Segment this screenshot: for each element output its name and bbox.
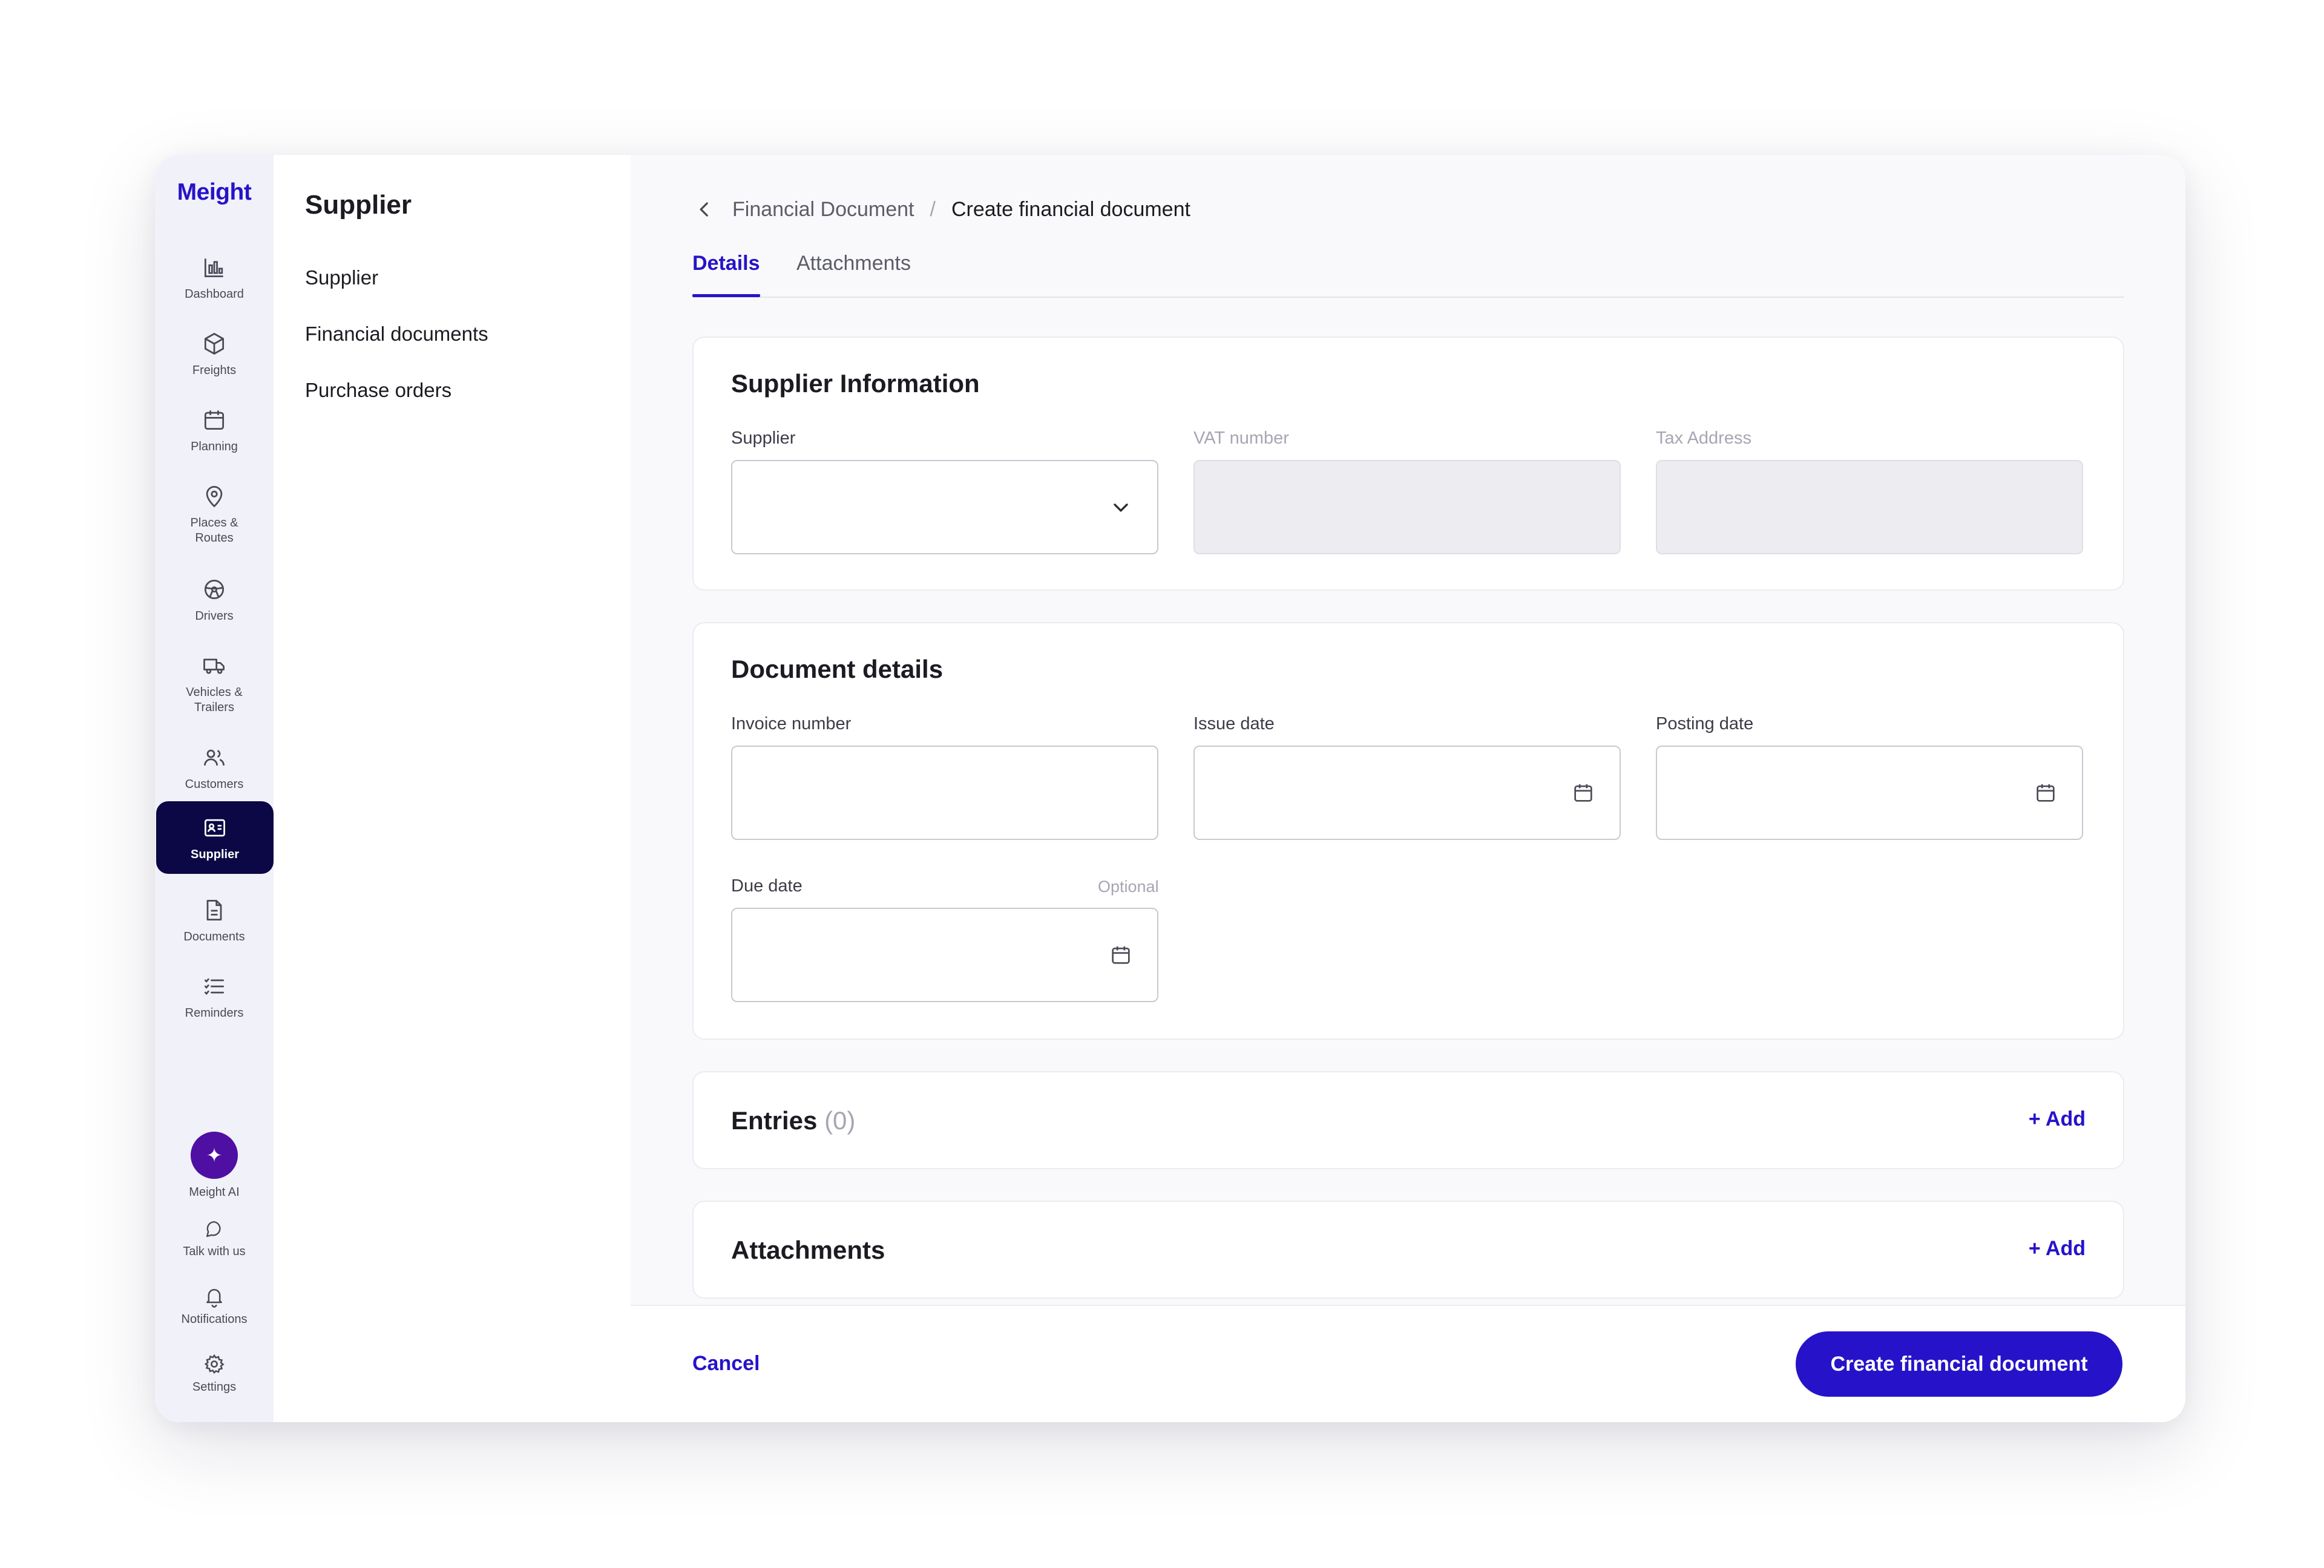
entries-count: (0) (824, 1106, 856, 1135)
breadcrumb-current: Create financial document (951, 197, 1190, 221)
nav-customers[interactable]: Customers (155, 744, 274, 792)
nav-label: Vehicles & Trailers (186, 686, 243, 714)
tax-address-field (1656, 460, 2083, 554)
section-title: Attachments (731, 1236, 885, 1264)
add-attachment-button[interactable]: + Add (2029, 1237, 2086, 1261)
posting-date-label: Posting date (1656, 714, 1754, 733)
nav-places-routes[interactable]: Places & Routes (155, 483, 274, 546)
attachments-card: Attachments + Add (692, 1201, 2124, 1299)
box-icon (204, 333, 225, 355)
nav-supplier[interactable]: Supplier (156, 801, 274, 874)
tax-address-label: Tax Address (1656, 428, 1751, 448)
nav-drivers[interactable]: Drivers (155, 576, 274, 624)
nav-label: Drivers (195, 609, 234, 623)
optional-hint: Optional (1098, 877, 1159, 896)
id-card-icon (205, 819, 225, 837)
posting-date-input[interactable] (1656, 746, 2083, 840)
nav-reminders[interactable]: Reminders (155, 973, 274, 1021)
due-date-label: Due date (731, 876, 803, 896)
settings-button[interactable]: Settings (155, 1352, 274, 1395)
icon-rail: Meight Dashboard Freights Planning Place… (155, 155, 275, 1422)
submenu-item-financial-documents[interactable]: Financial documents (305, 323, 488, 346)
nav-documents[interactable]: Documents (155, 897, 274, 945)
notifications-button[interactable]: Notifications (155, 1284, 274, 1327)
entries-card: Entries (0) + Add (692, 1071, 2124, 1169)
nav-label: Settings (192, 1380, 237, 1394)
nav-label: Freights (192, 364, 237, 377)
vat-number-field (1193, 460, 1621, 554)
supplier-select[interactable] (731, 460, 1158, 554)
form-footer: Cancel Create financial document (631, 1305, 2185, 1422)
meight-ai-button[interactable]: ✦ Meight AI (155, 1132, 274, 1200)
section-title: Entries (731, 1106, 818, 1135)
section-title: Supplier Information (731, 369, 980, 398)
nav-planning[interactable]: Planning (155, 407, 274, 454)
users-icon (204, 749, 225, 766)
nav-dashboard[interactable]: Dashboard (155, 254, 274, 302)
gear-icon (204, 1354, 225, 1374)
section-title: Document details (731, 655, 944, 683)
entries-title: Entries (0) (731, 1106, 855, 1135)
chat-bubble-icon (206, 1221, 221, 1238)
cancel-button[interactable]: Cancel (692, 1352, 760, 1376)
nav-label: Documents (183, 930, 245, 943)
tab-attachments[interactable]: Attachments (796, 252, 911, 295)
bell-icon (206, 1288, 222, 1308)
nav-label: Places & Routes (190, 516, 238, 545)
document-icon (206, 900, 222, 920)
talk-with-us-button[interactable]: Talk with us (155, 1218, 274, 1259)
supplier-submenu: Supplier Supplier Financial documents Pu… (274, 155, 632, 1422)
nav-label: Reminders (185, 1006, 244, 1020)
dashboard-icon (204, 258, 223, 278)
supplier-label: Supplier (731, 428, 796, 448)
submenu-title: Supplier (305, 190, 412, 220)
nav-label: Talk with us (183, 1245, 246, 1258)
submenu-item-supplier[interactable]: Supplier (305, 266, 378, 289)
nav-label: Dashboard (185, 287, 244, 301)
calendar-icon (204, 410, 225, 430)
nav-label: Planning (191, 440, 238, 453)
nav-label: Supplier (190, 848, 239, 861)
submenu-item-purchase-orders[interactable]: Purchase orders (305, 379, 451, 402)
calendar-icon[interactable] (1109, 943, 1133, 967)
logo: Meight (177, 179, 252, 205)
truck-icon (203, 658, 225, 674)
app-window: Meight Dashboard Freights Planning Place… (155, 155, 2185, 1422)
tab-bar: Details Attachments (692, 252, 2124, 298)
due-date-input[interactable] (731, 908, 1158, 1002)
breadcrumb-separator: / (930, 197, 936, 221)
document-details-card: Document details Invoice number Issue da… (692, 622, 2124, 1040)
map-pin-icon (206, 486, 223, 508)
steering-wheel-icon (204, 579, 225, 600)
invoice-number-input[interactable] (731, 746, 1158, 840)
nav-label: Customers (185, 778, 244, 791)
tab-details[interactable]: Details (692, 252, 760, 297)
main-content: Financial Document / Create financial do… (631, 155, 2185, 1422)
nav-vehicles-trailers[interactable]: Vehicles & Trailers (155, 652, 274, 715)
breadcrumb: Financial Document / Create financial do… (692, 197, 1190, 221)
invoice-number-label: Invoice number (731, 714, 852, 733)
checklist-icon (204, 978, 225, 995)
supplier-information-card: Supplier Information Supplier VAT number… (692, 336, 2124, 591)
sparkle-icon: ✦ (191, 1132, 238, 1179)
calendar-icon[interactable] (1571, 781, 1595, 805)
issue-date-label: Issue date (1193, 714, 1275, 733)
nav-label: Notifications (181, 1313, 248, 1326)
issue-date-input[interactable] (1193, 746, 1621, 840)
nav-freights[interactable]: Freights (155, 330, 274, 378)
create-financial-document-button[interactable]: Create financial document (1796, 1331, 2122, 1397)
vat-number-label: VAT number (1193, 428, 1289, 448)
chevron-left-icon[interactable] (692, 197, 717, 221)
chevron-down-icon (1114, 504, 1128, 512)
breadcrumb-parent-link[interactable]: Financial Document (732, 198, 914, 221)
add-entry-button[interactable]: + Add (2029, 1107, 2086, 1131)
nav-label: Meight AI (189, 1186, 240, 1199)
calendar-icon[interactable] (2034, 781, 2058, 805)
